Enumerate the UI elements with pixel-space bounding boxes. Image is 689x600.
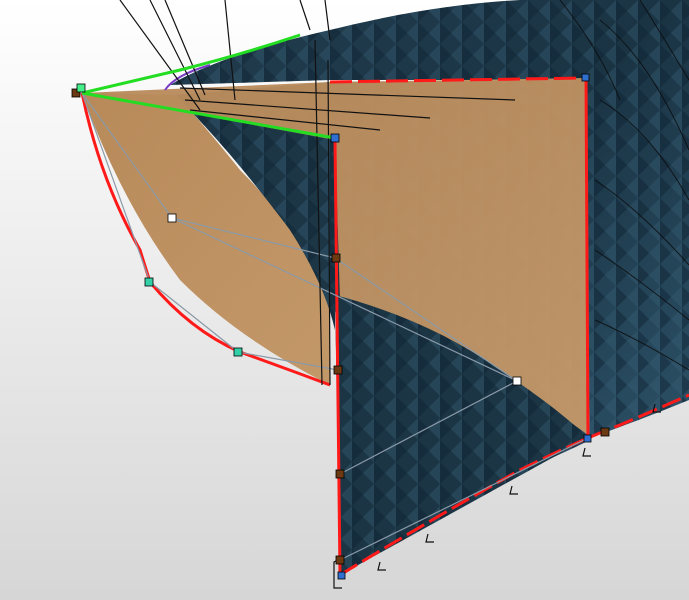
3d-viewport[interactable] — [0, 0, 689, 600]
white-square-handle-icon[interactable] — [512, 376, 522, 386]
blue-square-handle-icon[interactable] — [581, 73, 590, 82]
brown-square-handle-icon[interactable] — [331, 253, 341, 263]
teal-square-handle-icon[interactable] — [144, 277, 154, 287]
brown-square-handle-icon[interactable] — [335, 555, 345, 565]
brown-square-handle-icon[interactable] — [333, 365, 343, 375]
hull-scene[interactable] — [0, 0, 689, 600]
blue-square-handle-icon[interactable] — [330, 133, 340, 143]
green-square-handle-icon[interactable] — [76, 83, 86, 93]
brown-square-handle-icon[interactable] — [600, 427, 610, 437]
teal-square-handle-icon[interactable] — [233, 347, 243, 357]
brown-square-handle-icon[interactable] — [335, 469, 345, 479]
blue-square-handle-icon[interactable] — [337, 571, 346, 580]
blue-square-handle-icon[interactable] — [583, 434, 592, 443]
white-square-handle-icon[interactable] — [167, 213, 177, 223]
